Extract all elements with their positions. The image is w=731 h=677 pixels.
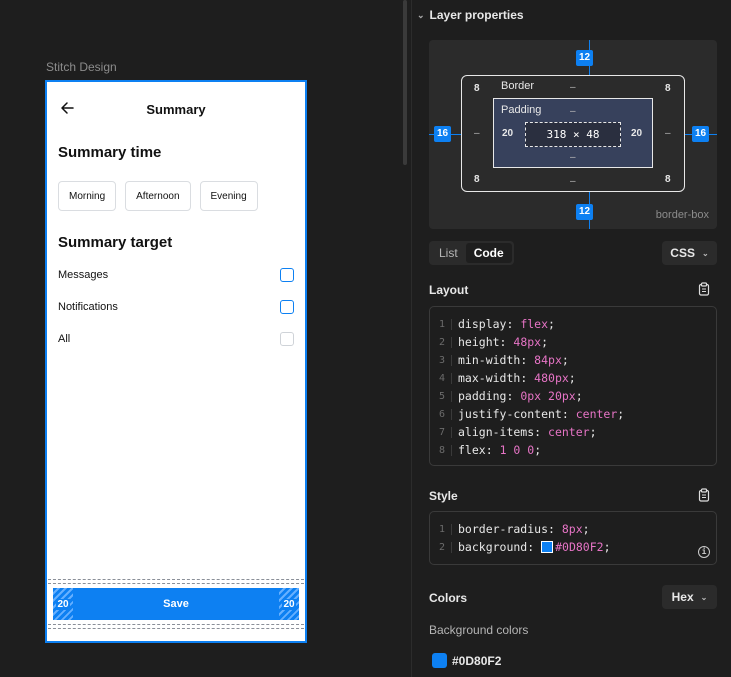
info-icon[interactable]: i	[698, 546, 710, 558]
save-button-container: 20 Save 20	[48, 579, 304, 629]
code-line: 6 justify-content: center;	[430, 405, 716, 423]
tab-code[interactable]: Code	[465, 243, 512, 263]
margin-right-value[interactable]: 16	[692, 126, 710, 142]
color-swatch[interactable]	[541, 541, 554, 553]
margin-left-value[interactable]: 16	[434, 126, 452, 142]
target-row-messages[interactable]: Messages	[58, 265, 294, 285]
border-top-value[interactable]: –	[570, 82, 576, 93]
margin-top-value[interactable]: 12	[576, 50, 594, 66]
copy-style-icon[interactable]	[698, 488, 710, 502]
padding-right-indicator: 20	[279, 588, 299, 620]
target-label: All	[58, 333, 71, 345]
format-dropdown[interactable]: CSS ⌄	[662, 241, 717, 265]
color-format-label: Hex	[671, 590, 694, 604]
padding-right-value[interactable]: 20	[631, 128, 642, 139]
color-swatch	[432, 653, 447, 668]
margin-bottom-value[interactable]: 12	[576, 204, 594, 220]
border-bottom-left-radius[interactable]: 8	[474, 174, 480, 185]
code-line: 2 background: #0D80F2;	[430, 538, 716, 556]
padding-label: Padding	[501, 104, 542, 116]
target-label: Messages	[58, 269, 109, 281]
border-label: Border	[501, 80, 535, 92]
save-button[interactable]: 20 Save 20	[53, 588, 299, 620]
border-bottom-right-radius[interactable]: 8	[665, 174, 671, 185]
padding-top-value[interactable]: –	[570, 106, 576, 117]
target-row-all[interactable]: All	[58, 329, 294, 349]
border-bottom-value[interactable]: –	[570, 176, 576, 187]
code-line: 1 border-radius: 8px;	[430, 520, 716, 538]
color-hex: #0D80F2	[452, 653, 502, 668]
format-dropdown-label: CSS	[670, 246, 695, 260]
layer-properties-header[interactable]: ⌄ Layer properties	[417, 8, 524, 22]
box-sizing-label: border-box	[655, 209, 709, 221]
color-item[interactable]: #0D80F2	[432, 653, 501, 668]
color-format-dropdown[interactable]: Hex ⌄	[662, 585, 717, 609]
all-checkbox[interactable]	[280, 332, 294, 346]
border-left-value[interactable]: –	[474, 128, 480, 139]
border-top-left-radius[interactable]: 8	[474, 83, 480, 94]
target-label: Notifications	[58, 301, 118, 313]
properties-panel: ⌄ Layer properties 12 12 16 16 Border 8 …	[412, 0, 731, 677]
chevron-down-icon: ⌄	[701, 248, 709, 258]
chip-afternoon[interactable]: Afternoon	[125, 181, 191, 211]
code-line: 4 max-width: 480px;	[430, 369, 716, 387]
padding-left-value[interactable]: 20	[502, 128, 513, 139]
panel-title: Layer properties	[429, 8, 524, 22]
tab-list[interactable]: List	[431, 243, 466, 263]
design-canvas[interactable]: Stitch Design Summary Summary time Morni…	[0, 0, 400, 677]
code-line: 2 height: 48px;	[430, 333, 716, 351]
chip-evening[interactable]: Evening	[199, 181, 258, 211]
summary-time-heading: Summary time	[58, 144, 162, 161]
frame-label[interactable]: Stitch Design	[46, 60, 117, 74]
content-size: 318 × 48	[525, 122, 621, 147]
style-code-block[interactable]: 1 border-radius: 8px; 2 background: #0D80F…	[429, 511, 717, 565]
copy-layout-icon[interactable]	[698, 282, 710, 296]
code-line: 5 padding: 0px 20px;	[430, 387, 716, 405]
chevron-down-icon: ⌄	[700, 592, 708, 602]
notifications-checkbox[interactable]	[280, 300, 294, 314]
code-line: 8 flex: 1 0 0;	[430, 441, 716, 459]
messages-checkbox[interactable]	[280, 268, 294, 282]
code-line: 3 min-width: 84px;	[430, 351, 716, 369]
code-line: 7 align-items: center;	[430, 423, 716, 441]
target-row-notifications[interactable]: Notifications	[58, 297, 294, 317]
code-line: 1 display: flex;	[430, 315, 716, 333]
view-toggle: List Code	[429, 241, 514, 265]
layout-code-block[interactable]: 1 display: flex; 2 height: 48px; 3 min-widt…	[429, 306, 717, 466]
border-right-value[interactable]: –	[665, 128, 671, 139]
padding-bottom-value[interactable]: –	[570, 152, 576, 163]
save-button-label: Save	[163, 598, 189, 610]
background-colors-label: Background colors	[429, 623, 529, 637]
padding-left-indicator: 20	[53, 588, 73, 620]
canvas-scrollbar[interactable]	[403, 0, 407, 165]
summary-target-heading: Summary target	[58, 234, 173, 251]
screen-title: Summary	[146, 102, 206, 117]
phone-frame[interactable]: Summary Summary time Morning Afternoon E…	[45, 80, 307, 643]
chevron-down-icon: ⌄	[417, 9, 425, 20]
box-model-diagram: 12 12 16 16 Border 8 8 8 8 – – – – Paddi…	[429, 40, 717, 229]
border-top-right-radius[interactable]: 8	[665, 83, 671, 94]
colors-section-title: Colors	[429, 591, 468, 605]
style-section-title: Style	[429, 489, 458, 503]
layout-section-title: Layout	[429, 283, 469, 297]
time-options: Morning Afternoon Evening	[58, 181, 258, 211]
chip-morning[interactable]: Morning	[58, 181, 117, 211]
